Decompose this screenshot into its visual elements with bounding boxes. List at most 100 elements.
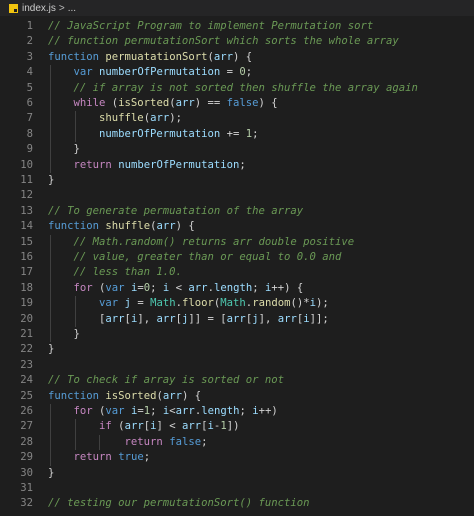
- code-line[interactable]: 6 while (isSorted(arr) == false) {: [0, 96, 474, 111]
- line-code: if (arr[i] < arr[i-1]): [48, 419, 239, 434]
- breadcrumb-file-name[interactable]: index.js: [22, 3, 56, 14]
- code-token: numberOfPermutation: [99, 66, 221, 79]
- code-token: ;: [252, 281, 265, 294]
- code-token: ()*: [290, 297, 310, 310]
- indent-guide: [74, 434, 76, 451]
- code-token: ] <: [156, 420, 182, 433]
- line-code: return true;: [48, 450, 151, 465]
- code-line[interactable]: 24 // To check if array is sorted or not: [0, 373, 474, 388]
- code-line[interactable]: 7 shuffle(arr);: [0, 111, 474, 126]
- code-line[interactable]: 3 function permuatationSort(arr) {: [0, 50, 474, 65]
- line-number: 8: [26, 127, 33, 140]
- code-line[interactable]: 14 function shuffle(arr) {: [0, 219, 474, 234]
- indent-guide: [99, 434, 101, 451]
- code-token: (: [111, 420, 125, 433]
- line-number: 25: [20, 389, 33, 402]
- code-line[interactable]: 5 // if array is not sorted then shuffle…: [0, 81, 474, 96]
- code-token: }: [48, 466, 55, 479]
- line-code: function shuffle(arr) {: [48, 219, 195, 234]
- code-line[interactable]: 30}: [0, 466, 474, 481]
- code-token: ;: [201, 435, 208, 448]
- indent-guide: [74, 311, 76, 327]
- line-number: 23: [20, 358, 33, 371]
- code-line[interactable]: 23: [0, 358, 474, 373]
- line-code: // To check if array is sorted or not: [48, 373, 284, 388]
- line-number: 11: [20, 174, 33, 186]
- code-line[interactable]: 4 var numberOfPermutation = 0;: [0, 65, 474, 80]
- code-token: false: [169, 435, 202, 448]
- code-token: length: [201, 405, 240, 417]
- code-line[interactable]: 13 // To generate permuatation of the arr…: [0, 204, 474, 219]
- line-number: 28: [20, 435, 33, 448]
- code-line[interactable]: 21 }: [0, 327, 474, 342]
- code-line[interactable]: 11}: [0, 173, 474, 188]
- line-number: 15: [20, 235, 33, 248]
- code-line[interactable]: 12: [0, 188, 474, 203]
- code-line[interactable]: 27 if (arr[i] < arr[i-1]): [0, 419, 474, 434]
- code-token: if: [99, 420, 112, 433]
- code-token: permuatationSort: [105, 50, 208, 63]
- code-token: );: [316, 297, 329, 310]
- code-line[interactable]: 32 // testing our permutationSort() funct…: [0, 496, 474, 511]
- code-line[interactable]: 25 function isSorted(arr) {: [0, 389, 474, 404]
- code-line[interactable]: 26 for (var i=1; i<arr.length; i++): [0, 404, 474, 419]
- code-token: var: [105, 281, 125, 294]
- code-line[interactable]: 17 // less than 1.0.: [0, 265, 474, 280]
- code-line[interactable]: 29 return true;: [0, 450, 474, 465]
- code-line[interactable]: 9 }: [0, 142, 474, 157]
- code-line[interactable]: 1 // JavaScript Program to implement Perm…: [0, 19, 474, 34]
- indent-guide: [50, 80, 51, 96]
- code-token: arr: [150, 112, 170, 125]
- indent-guide: [50, 234, 51, 250]
- code-line[interactable]: 10 return numberOfPermutation;: [0, 158, 474, 173]
- code-token: ;: [150, 281, 163, 294]
- line-code: for (var i=0; i < arr.length; i++) {: [48, 281, 304, 296]
- code-line[interactable]: 19 var j = Math.floor(Math.random()*i);: [0, 296, 474, 311]
- indent-guide: [74, 296, 76, 312]
- code-token: function: [48, 389, 100, 402]
- code-line[interactable]: 18 for (var i=0; i < arr.length; i++) {: [0, 281, 474, 296]
- code-line[interactable]: 31: [0, 481, 474, 496]
- code-token: ++): [258, 405, 278, 417]
- line-number: 9: [26, 143, 33, 156]
- line-number: 24: [20, 374, 33, 387]
- indent-guide: [50, 157, 51, 173]
- code-token: shuffle: [99, 112, 144, 125]
- line-number: 30: [20, 466, 33, 479]
- code-token: ++) {: [271, 281, 304, 294]
- line-number: 12: [20, 189, 33, 202]
- code-line[interactable]: 28 return false;: [0, 435, 474, 450]
- code-line[interactable]: 15 // Math.random() returns arr double p…: [0, 235, 474, 250]
- code-token: numberOfPermutation: [99, 127, 221, 140]
- code-token: arr: [188, 281, 208, 294]
- line-number: 19: [20, 297, 33, 310]
- indent-guide: [74, 111, 76, 127]
- code-token: ) {: [233, 50, 253, 63]
- line-code: shuffle(arr);: [48, 111, 182, 126]
- code-token: Math: [220, 297, 246, 310]
- code-line[interactable]: 20 [arr[i], arr[j]] = [arr[j], arr[i]];: [0, 312, 474, 327]
- code-line[interactable]: 2 // function permutationSort which sorts…: [0, 34, 474, 49]
- code-token: +=: [220, 127, 246, 140]
- code-line[interactable]: 16 // value, greater than or equal to 0.…: [0, 250, 474, 265]
- code-token: // function permutationSort which sorts …: [48, 35, 399, 48]
- code-line[interactable]: 8 numberOfPermutation += 1;: [0, 127, 474, 142]
- line-code: function permuatationSort(arr) {: [48, 50, 252, 65]
- indent-guide: [74, 419, 76, 435]
- line-code: }: [48, 173, 54, 188]
- code-token: ]): [226, 420, 240, 433]
- code-token: (: [92, 281, 106, 294]
- code-token: shuffle: [105, 220, 151, 233]
- indent-guide: [50, 327, 51, 343]
- code-token: true: [118, 451, 144, 464]
- code-token: ;: [239, 158, 246, 171]
- code-line[interactable]: 22}: [0, 342, 474, 357]
- breadcrumb-symbols-ellipsis[interactable]: ...: [68, 3, 76, 14]
- line-number: 29: [20, 451, 33, 464]
- code-editor-area[interactable]: 1 // JavaScript Program to implement Perm…: [0, 16, 474, 516]
